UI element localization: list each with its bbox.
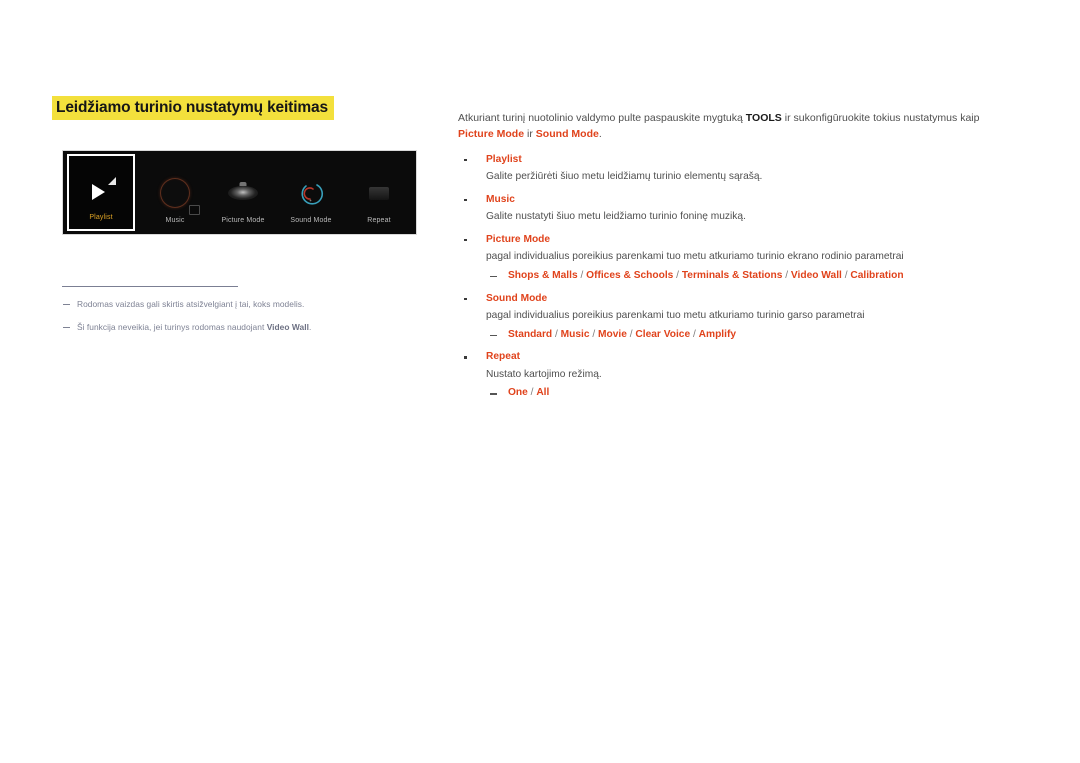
note-text-tail: . bbox=[308, 321, 312, 332]
option-value: Offices & Schools bbox=[586, 269, 674, 281]
option-value: Standard bbox=[508, 328, 553, 340]
tile-label-repeat: Repeat bbox=[367, 217, 391, 224]
page-root: Leidžiamo turinio nustatymų keitimas Pla… bbox=[0, 0, 1080, 763]
option-value: Amplify bbox=[698, 328, 737, 340]
note-item: Ši funkcija neveikia, jei turinys rodoma… bbox=[62, 322, 392, 334]
tile-playlist[interactable]: Playlist bbox=[67, 154, 135, 231]
bullet-icon bbox=[464, 238, 467, 242]
option-value: One bbox=[508, 387, 528, 399]
list-item-description: Galite peržiūrėti šiuo metu leidžiamų tu… bbox=[486, 171, 763, 183]
list-item-description: Galite nustatyti šiuo metu leidžiamo tur… bbox=[486, 211, 746, 223]
note-emphasis: Video Wall bbox=[266, 321, 309, 332]
list-item-title: Music bbox=[486, 193, 515, 205]
notes-block: Rodomas vaizdas gali skirtis atsižvelgia… bbox=[62, 286, 392, 345]
tile-label-sound-mode: Sound Mode bbox=[290, 217, 332, 224]
option-value: Shops & Malls bbox=[508, 269, 578, 281]
bullet-icon bbox=[464, 198, 467, 202]
bullet-icon bbox=[464, 297, 467, 301]
list-item-repeat: Repeat Nustato kartojimo režimą. One / A… bbox=[458, 350, 1010, 401]
intro-paragraph: Atkuriant turinį nuotolinio valdymo pult… bbox=[458, 110, 1010, 143]
player-screen-mock: Playlist Music Picture Mode Sound Mode R… bbox=[62, 150, 417, 235]
tile-music[interactable]: Music bbox=[141, 151, 209, 234]
player-toolbar: Playlist Music Picture Mode Sound Mode R… bbox=[63, 151, 416, 234]
list-item-title: Picture Mode bbox=[486, 233, 551, 245]
tools-key-label: TOOLS bbox=[745, 111, 782, 124]
tile-repeat[interactable]: Repeat bbox=[345, 151, 413, 234]
list-item-playlist: Playlist Galite peržiūrėti šiuo metu lei… bbox=[458, 153, 1010, 185]
tile-sound-mode[interactable]: Sound Mode bbox=[277, 151, 345, 234]
list-item-description: pagal individualius poreikius parenkami … bbox=[486, 251, 904, 263]
repeat-icon bbox=[361, 175, 397, 211]
bullet-icon bbox=[464, 356, 467, 359]
option-value: Music bbox=[560, 328, 590, 340]
option-value: Movie bbox=[598, 328, 627, 340]
option-value: All bbox=[536, 387, 550, 399]
page-title: Leidžiamo turinio nustatymų keitimas bbox=[52, 96, 334, 121]
list-item-description: Nustato kartojimo režimą. bbox=[486, 369, 602, 381]
list-item-music: Music Galite nustatyti šiuo metu leidžia… bbox=[458, 193, 1010, 225]
right-column: Atkuriant turinį nuotolinio valdymo pult… bbox=[458, 99, 1010, 409]
left-column: Leidžiamo turinio nustatymų keitimas Pla… bbox=[52, 96, 432, 332]
sound-mode-icon bbox=[293, 175, 329, 211]
notes-divider bbox=[62, 286, 238, 287]
option-value: Calibration bbox=[850, 269, 904, 281]
dash-icon bbox=[490, 393, 497, 395]
tile-label-picture-mode: Picture Mode bbox=[221, 217, 265, 224]
list-item-options: Shops & Malls / Offices & Schools / Term… bbox=[486, 269, 1010, 284]
dash-icon bbox=[63, 304, 70, 305]
list-item-title: Playlist bbox=[486, 153, 522, 165]
play-icon bbox=[83, 172, 119, 208]
dash-icon bbox=[490, 275, 497, 278]
intro-text-2: ir sukonfigūruokite tokius nustatymus ka… bbox=[781, 111, 980, 124]
intro-highlight-picture-mode: Picture Mode bbox=[458, 127, 525, 140]
tile-label-music: Music bbox=[165, 217, 185, 224]
intro-text-1: Atkuriant turinį nuotolinio valdymo pult… bbox=[458, 111, 746, 124]
list-item-sound-mode: Sound Mode pagal individualius poreikius… bbox=[458, 292, 1010, 343]
music-tag-icon bbox=[189, 205, 200, 215]
list-item-title: Sound Mode bbox=[486, 292, 548, 304]
picture-mode-icon bbox=[225, 175, 261, 211]
list-item-options: One / All bbox=[486, 386, 1010, 401]
tile-picture-mode[interactable]: Picture Mode bbox=[209, 151, 277, 234]
intro-text-4: . bbox=[598, 127, 602, 140]
intro-highlight-sound-mode: Sound Mode bbox=[535, 127, 599, 140]
option-value: Clear Voice bbox=[635, 328, 691, 340]
dash-icon bbox=[63, 326, 70, 328]
list-item-picture-mode: Picture Mode pagal individualius poreiki… bbox=[458, 233, 1010, 284]
list-item-description: pagal individualius poreikius parenkami … bbox=[486, 310, 865, 322]
settings-list: Playlist Galite peržiūrėti šiuo metu lei… bbox=[458, 153, 1010, 402]
intro-text-3: ir bbox=[524, 127, 536, 140]
music-disc-icon bbox=[157, 175, 200, 215]
dash-icon bbox=[490, 334, 497, 337]
option-value: Terminals & Stations bbox=[681, 269, 783, 281]
note-item: Rodomas vaizdas gali skirtis atsižvelgia… bbox=[62, 299, 392, 311]
option-value: Video Wall bbox=[790, 269, 842, 281]
note-text: Rodomas vaizdas gali skirtis atsižvelgia… bbox=[77, 299, 305, 309]
list-item-options: Standard / Music / Movie / Clear Voice /… bbox=[486, 328, 1010, 343]
bullet-icon bbox=[464, 158, 467, 162]
tile-label-playlist: Playlist bbox=[89, 214, 113, 221]
list-item-title: Repeat bbox=[486, 351, 521, 363]
note-text: Ši funkcija neveikia, jei turinys rodoma… bbox=[77, 321, 267, 332]
